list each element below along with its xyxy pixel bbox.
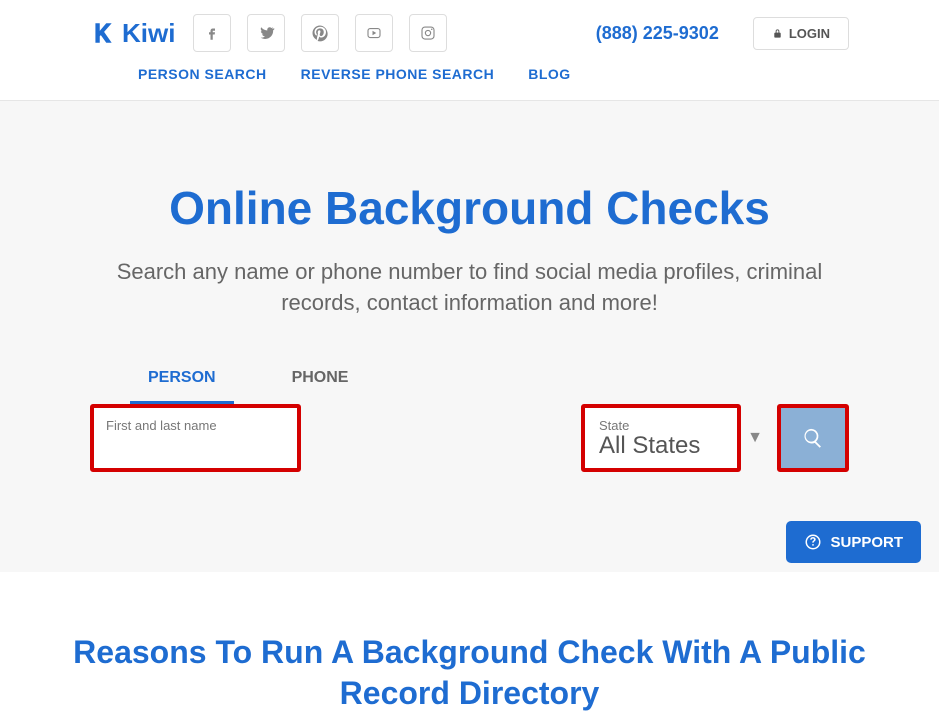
tab-phone[interactable]: PHONE xyxy=(274,359,367,404)
state-select-label: State xyxy=(599,418,629,433)
login-button[interactable]: LOGIN xyxy=(753,17,849,50)
main-nav: PERSON SEARCH REVERSE PHONE SEARCH BLOG xyxy=(0,66,939,101)
facebook-icon[interactable] xyxy=(193,14,231,52)
search-icon xyxy=(802,427,824,449)
kiwi-logo-icon xyxy=(90,20,116,46)
state-select-value: All States xyxy=(599,432,700,460)
login-label: LOGIN xyxy=(789,26,830,41)
page-title: Online Background Checks xyxy=(0,181,939,235)
phone-number[interactable]: (888) 225-9302 xyxy=(596,23,719,44)
nav-blog[interactable]: BLOG xyxy=(528,66,570,82)
youtube-icon[interactable] xyxy=(355,14,393,52)
search-button[interactable] xyxy=(777,404,849,472)
pinterest-icon[interactable] xyxy=(301,14,339,52)
help-icon xyxy=(804,533,822,551)
support-label: SUPPORT xyxy=(830,534,903,551)
brand-logo[interactable]: Kiwi xyxy=(90,18,175,49)
instagram-icon[interactable] xyxy=(409,14,447,52)
nav-reverse-phone-search[interactable]: REVERSE PHONE SEARCH xyxy=(301,66,495,82)
twitter-icon[interactable] xyxy=(247,14,285,52)
nav-person-search[interactable]: PERSON SEARCH xyxy=(138,66,267,82)
brand-name: Kiwi xyxy=(122,18,175,49)
state-select[interactable]: State All States ▼ xyxy=(581,404,741,472)
page-subtitle: Search any name or phone number to find … xyxy=(110,257,830,319)
tab-person[interactable]: PERSON xyxy=(130,359,234,404)
support-button[interactable]: SUPPORT xyxy=(786,521,921,563)
section-reasons-title: Reasons To Run A Background Check With A… xyxy=(0,572,939,715)
chevron-down-icon: ▼ xyxy=(747,429,763,447)
lock-icon xyxy=(772,28,783,39)
name-input[interactable] xyxy=(90,404,301,472)
